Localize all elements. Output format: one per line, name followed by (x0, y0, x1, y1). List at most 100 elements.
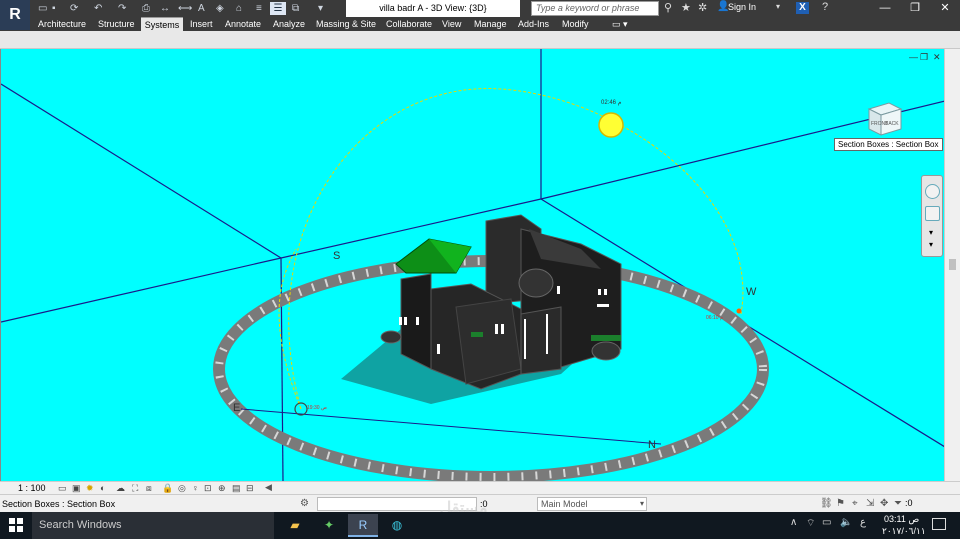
tray-chevron-up-icon[interactable]: ∧ (790, 517, 797, 528)
vertical-scrollbar[interactable] (944, 49, 960, 481)
wifi-icon[interactable]: ⌔ (806, 517, 815, 530)
viewcube-tooltip: Section Boxes : Section Box (834, 138, 943, 151)
design-option-select[interactable]: Main Model ▾ (537, 497, 647, 511)
windows-start-icon[interactable] (9, 518, 23, 532)
shadows-icon[interactable]: ◐ (100, 483, 105, 494)
tab-modify[interactable]: Modify (560, 17, 591, 31)
tab-manage[interactable]: Manage (472, 17, 509, 31)
dimension-icon[interactable]: ⟷ (178, 2, 192, 15)
search-icon[interactable]: ⚲ (664, 1, 672, 14)
language-indicator[interactable]: ع (860, 517, 866, 528)
select-pinned-icon[interactable]: ⌖ (852, 498, 858, 509)
undo-icon[interactable]: ↶ (94, 2, 102, 15)
temp-properties-icon[interactable]: ⊡ (204, 483, 212, 494)
save-icon[interactable]: ▪ (52, 2, 56, 15)
window-title: villa badr A - 3D View: {3D} (346, 0, 520, 17)
3d-view-icon[interactable]: ◈ (216, 2, 224, 15)
status-message: Section Boxes : Section Box (2, 499, 116, 509)
tab-architecture[interactable]: Architecture (36, 17, 88, 31)
analytical-model-icon[interactable]: ⊕ (218, 483, 226, 494)
tab-structure[interactable]: Structure (96, 17, 137, 31)
revit-logo-icon[interactable]: R (0, 0, 30, 30)
workset-field[interactable] (317, 497, 477, 511)
help-icon[interactable]: ? (822, 1, 828, 13)
tab-add-ins[interactable]: Add-Ins (516, 17, 551, 31)
reveal-constraints-icon[interactable]: ⊟ (246, 483, 254, 494)
tab-systems[interactable]: Systems (141, 17, 183, 31)
reveal-hidden-icon[interactable]: ♀ (192, 483, 199, 494)
render-icon[interactable]: ☁ (116, 483, 125, 494)
browser-icon[interactable]: ◍ (382, 514, 412, 537)
scene-drawing: S W E N 02:46 م 06:10 م 19:30 ص FRONT BA… (1, 49, 944, 481)
navbar-options-icon[interactable]: ▾ (929, 240, 933, 249)
tag-icon[interactable]: A (198, 2, 205, 15)
show-crop-icon[interactable]: ⧈ (146, 483, 152, 494)
print-icon[interactable]: ⎙ (142, 2, 150, 15)
tab-analyze[interactable]: Analyze (271, 17, 307, 31)
clock-time[interactable]: 03:11 ص (884, 514, 919, 525)
sun-time-label: 02:46 م (601, 100, 622, 106)
section-icon[interactable]: ⌂ (236, 2, 242, 15)
steering-wheel-icon[interactable] (925, 184, 940, 199)
favorites-icon[interactable]: ★ (681, 1, 691, 14)
viewport-restore-icon[interactable]: ❐ (920, 52, 928, 63)
sun-path-icon[interactable]: ✹ (86, 483, 94, 494)
close-hidden-icon[interactable]: ☰ (270, 2, 286, 15)
compass-south: S (333, 250, 340, 262)
workset-icon[interactable]: ⚙ (300, 498, 309, 509)
title-bar: R ▭ ▪ ⟳ ↶ ↷ ⎙ ↔ ⟷ A ◈ ⌂ ≡ ☰ ⧉ ▾ villa ba… (0, 0, 960, 30)
detail-level-icon[interactable]: ▭ (58, 483, 67, 494)
close-icon[interactable]: ✕ (930, 0, 960, 17)
restore-icon[interactable]: ❐ (900, 0, 930, 17)
sign-in-button[interactable]: Sign In (728, 2, 756, 12)
highlight-displacement-icon[interactable]: ▤ (232, 483, 241, 494)
viewport-minimize-icon[interactable]: — (909, 52, 918, 62)
temporary-hide-icon[interactable]: ◎ (178, 483, 186, 494)
clock-date[interactable]: ٢٠١٧/٠٦/١١ (882, 526, 926, 537)
subscription-icon[interactable]: ✲ (698, 1, 707, 14)
redo-icon[interactable]: ↷ (118, 2, 126, 15)
exchange-apps-icon[interactable]: X (796, 2, 809, 14)
drag-elements-icon[interactable]: ✥ (880, 498, 888, 509)
select-by-face-icon[interactable]: ⇲ (866, 498, 874, 509)
tab-massing-site[interactable]: Massing & Site (314, 17, 378, 31)
revit-taskbar-icon[interactable]: R (348, 514, 378, 537)
chevron-down-icon[interactable]: ▾ (640, 498, 644, 510)
ribbon-minimize-icon[interactable]: ▭ ▾ (610, 17, 630, 31)
sunrise-time-label: 19:30 ص (307, 405, 327, 411)
switch-windows-icon[interactable]: ⧉ (292, 2, 299, 15)
search-input[interactable]: Type a keyword or phrase (531, 1, 659, 16)
tab-insert[interactable]: Insert (188, 17, 215, 31)
customize-qat-icon[interactable]: ▾ (318, 2, 323, 15)
filter-icon[interactable]: ⏷ (894, 498, 902, 509)
select-underlay-icon[interactable]: ⚑ (836, 498, 845, 509)
taskbar-search-input[interactable]: Search Windows (32, 512, 274, 539)
notifications-icon[interactable] (932, 518, 946, 530)
app-icon[interactable]: ✦ (314, 514, 344, 537)
battery-icon[interactable]: ▭ (822, 517, 831, 528)
sync-icon[interactable]: ⟳ (70, 2, 78, 15)
volume-icon[interactable]: 🔈 (840, 517, 852, 528)
3d-view-canvas[interactable]: S W E N 02:46 م 06:10 م 19:30 ص FRONT BA… (0, 49, 944, 481)
thin-lines-icon[interactable]: ≡ (256, 2, 262, 15)
open-icon[interactable]: ▭ (38, 2, 47, 15)
tab-view[interactable]: View (440, 17, 463, 31)
file-explorer-icon[interactable]: ▰ (280, 514, 310, 537)
minimize-icon[interactable]: — (870, 0, 900, 17)
windows-taskbar: Search Windows ▰ ✦ R ◍ ∧ ⌔ ▭ 🔈 ع 03:11 ص… (0, 512, 960, 539)
crop-view-icon[interactable]: ⛶ (132, 483, 138, 494)
measure-icon[interactable]: ↔ (160, 2, 170, 15)
chevron-down-icon[interactable]: ▾ (776, 2, 780, 11)
chevron-down-icon[interactable]: ▾ (929, 228, 933, 237)
scroll-left-icon[interactable]: ◀ (265, 482, 272, 493)
compass-west: W (746, 286, 757, 298)
visual-style-icon[interactable]: ▣ (72, 483, 81, 494)
select-links-icon[interactable]: ⛓ (820, 498, 833, 509)
lock-view-icon[interactable]: 🔒 (162, 483, 173, 494)
tab-annotate[interactable]: Annotate (223, 17, 263, 31)
filter-count: :0 (905, 498, 913, 508)
zoom-icon[interactable] (925, 206, 940, 221)
viewport-close-icon[interactable]: ✕ (933, 52, 941, 63)
tab-collaborate[interactable]: Collaborate (384, 17, 434, 31)
scrollbar-thumb[interactable] (949, 259, 956, 270)
